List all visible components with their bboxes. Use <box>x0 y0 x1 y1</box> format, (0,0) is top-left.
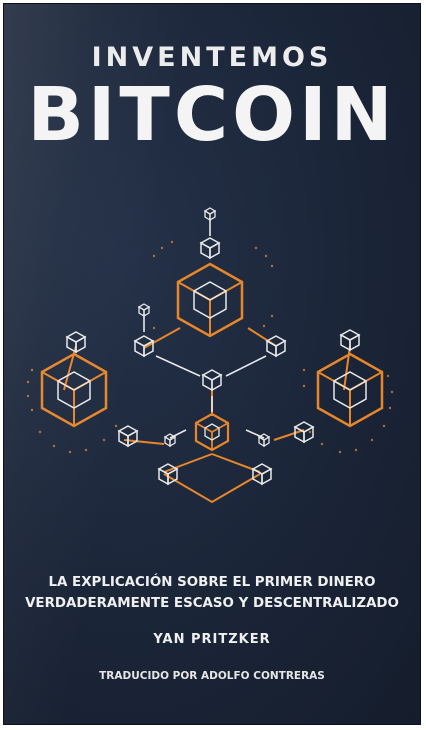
author-name: YAN PRITZKER <box>153 632 271 647</box>
book-tagline: LA EXPLICACIÓN SOBRE EL PRIMER DINERO VE… <box>4 572 420 614</box>
pre-title: INVENTEMOS <box>91 42 333 73</box>
book-cover: INVENTEMOS BITCOIN LA EXPLICACIÓN SOBRE … <box>4 4 420 724</box>
translator-credit: TRADUCIDO POR ADOLFO CONTRERAS <box>99 670 325 682</box>
tagline-line-2: VERDADERAMENTE ESCASO Y DESCENTRALIZADO <box>25 596 399 611</box>
tagline-line-1: LA EXPLICACIÓN SOBRE EL PRIMER DINERO <box>48 575 376 590</box>
book-title: BITCOIN <box>27 72 397 158</box>
blockchain-cubes-network-icon <box>26 207 394 504</box>
